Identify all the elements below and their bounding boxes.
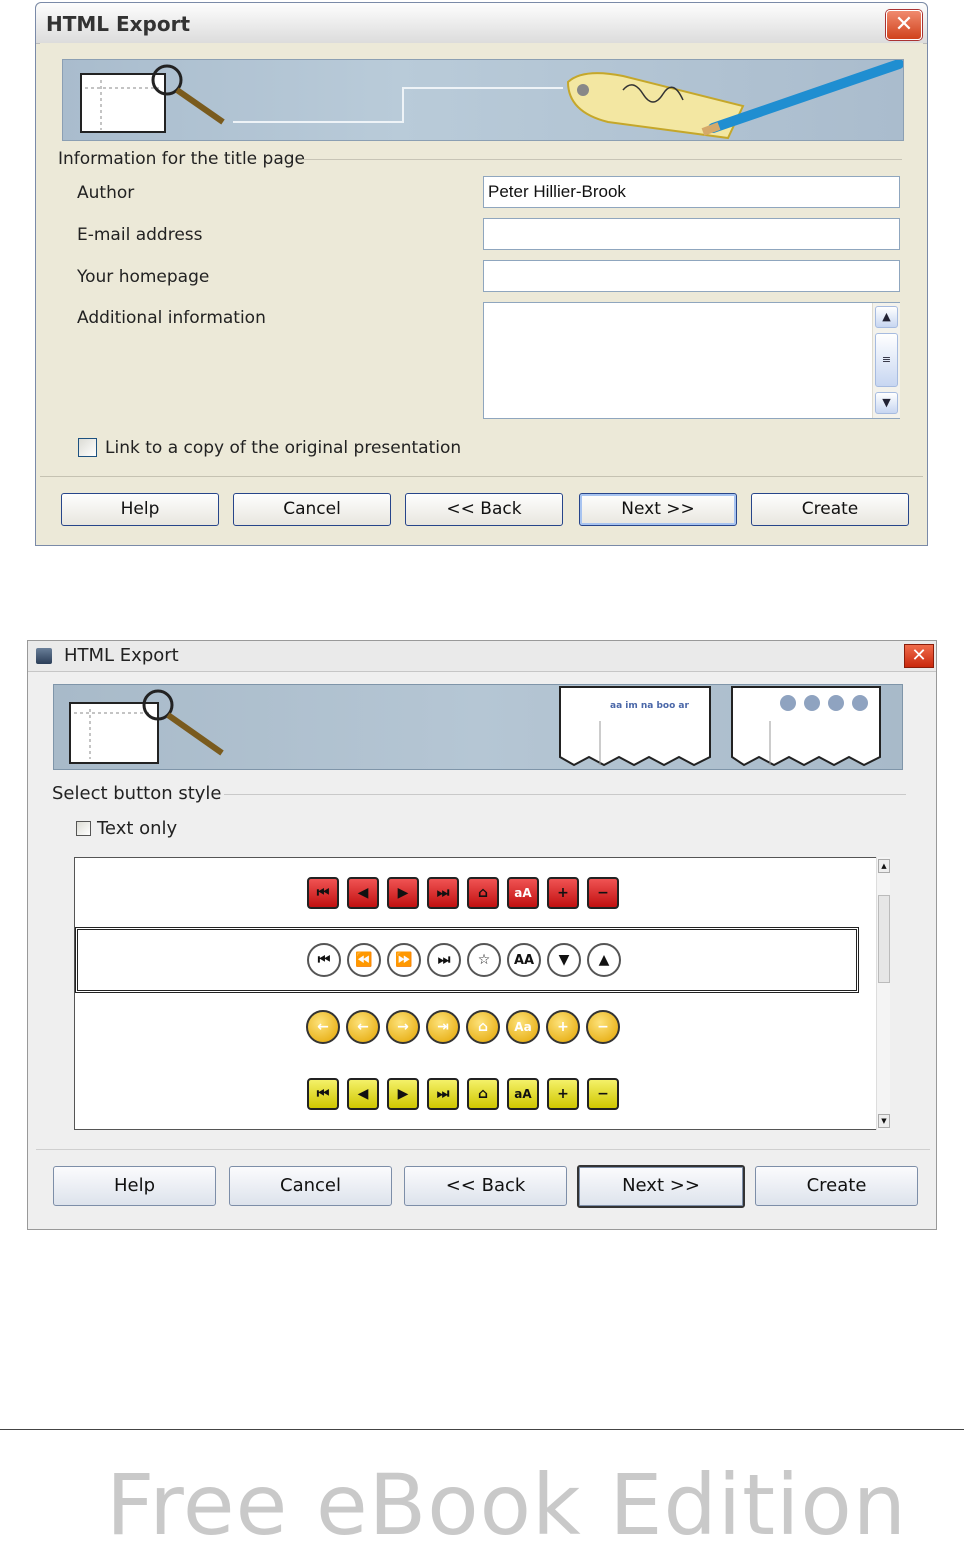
text-only-label: Text only xyxy=(97,818,178,839)
left-arrow-icon: ← xyxy=(346,1010,380,1044)
link-copy-checkbox[interactable] xyxy=(78,438,97,457)
wizard-banner: aa im na boo ar xyxy=(53,684,903,770)
plus-icon: + xyxy=(546,1010,580,1044)
rewind-icon: ⏪ xyxy=(347,943,381,977)
additional-info-textarea[interactable]: ▲ ≡ ▼ xyxy=(483,302,900,419)
chevron-up-icon: ▲ xyxy=(882,310,891,323)
create-button[interactable]: Create xyxy=(751,493,909,526)
homepage-label: Your homepage xyxy=(77,267,210,287)
close-icon: ✕ xyxy=(911,645,927,666)
link-copy-label: Link to a copy of the original presentat… xyxy=(105,438,462,458)
forward-icon: ⏩ xyxy=(387,943,421,977)
last-icon: ⏭ xyxy=(427,877,459,909)
dialog-title: HTML Export xyxy=(46,12,191,36)
text-size-icon: aA xyxy=(507,1078,539,1110)
next-button[interactable]: Next >> xyxy=(579,493,737,526)
list-item[interactable]: ← ← → ⇥ ⌂ Aa + − xyxy=(75,994,859,1060)
next-icon: ▶ xyxy=(387,877,419,909)
home-icon: ⌂ xyxy=(467,877,499,909)
create-button[interactable]: Create xyxy=(755,1166,918,1206)
scroll-thumb[interactable] xyxy=(878,895,890,983)
scroll-down-button[interactable]: ▼ xyxy=(875,392,898,414)
minus-icon: − xyxy=(587,1078,619,1110)
scroll-thumb[interactable]: ≡ xyxy=(875,333,898,387)
back-button[interactable]: << Back xyxy=(405,493,563,526)
scroll-up-button[interactable]: ▲ xyxy=(878,859,890,873)
homepage-field[interactable] xyxy=(483,260,900,292)
author-label: Author xyxy=(77,183,135,203)
help-button[interactable]: Help xyxy=(53,1166,216,1206)
close-button[interactable]: ✕ xyxy=(904,644,934,668)
html-export-dialog-button-style: HTML Export ✕ aa im na boo ar Select but… xyxy=(27,640,937,1230)
right-arrow-icon: → xyxy=(386,1010,420,1044)
left-arrow-icon: ← xyxy=(306,1010,340,1044)
home-icon: ⌂ xyxy=(467,1078,499,1110)
list-scrollbar[interactable]: ▲ ▼ xyxy=(876,857,890,1130)
dialog-body: Information for the title page Author E-… xyxy=(40,43,923,540)
cancel-button[interactable]: Cancel xyxy=(233,493,391,526)
scroll-up-button[interactable]: ▲ xyxy=(875,306,898,328)
down-icon: ▼ xyxy=(547,943,581,977)
banner-illustration xyxy=(80,59,904,140)
title-bar[interactable]: HTML Export ✕ xyxy=(36,3,927,44)
text-size-icon: Aa xyxy=(506,1010,540,1044)
button-style-list[interactable]: ⏮ ◀ ▶ ⏭ ⌂ aA + − ⏮ ⏪ ⏩ ⏭ ☆ AA ▼ ▲ ← ← → … xyxy=(74,857,876,1130)
author-field[interactable] xyxy=(483,176,900,208)
banner-preview-text: aa im na boo ar xyxy=(610,701,689,711)
cancel-button[interactable]: Cancel xyxy=(229,1166,392,1206)
home-icon: ⌂ xyxy=(466,1010,500,1044)
chevron-down-icon: ▼ xyxy=(882,396,891,409)
title-bar[interactable]: HTML Export ✕ xyxy=(28,641,936,672)
minus-icon: − xyxy=(586,1010,620,1044)
first-icon: ⏮ xyxy=(307,943,341,977)
grip-icon: ≡ xyxy=(881,353,892,366)
section-divider xyxy=(224,794,906,795)
first-icon: ⏮ xyxy=(307,1078,339,1110)
close-button[interactable]: ✕ xyxy=(886,10,922,40)
back-button[interactable]: << Back xyxy=(404,1166,567,1206)
list-item[interactable]: ⏮ ◀ ▶ ⏭ ⌂ aA + − xyxy=(75,860,859,926)
page-divider xyxy=(0,1429,964,1430)
additional-info-label: Additional information xyxy=(77,308,266,328)
prev-icon: ◀ xyxy=(347,1078,379,1110)
chevron-down-icon: ▼ xyxy=(881,1117,887,1125)
close-icon: ✕ xyxy=(894,12,914,37)
section-label: Information for the title page xyxy=(58,149,305,169)
next-button[interactable]: Next >> xyxy=(577,1165,745,1208)
section-label: Select button style xyxy=(52,783,222,804)
html-export-dialog-title-page: HTML Export ✕ Information for the title … xyxy=(35,2,928,546)
text-size-icon: AA xyxy=(507,943,541,977)
section-divider xyxy=(302,159,902,160)
footer-watermark: Free eBook Edition xyxy=(106,1456,908,1554)
text-size-icon: aA xyxy=(507,877,539,909)
dialog-title: HTML Export xyxy=(64,645,179,666)
first-icon: ⏮ xyxy=(307,877,339,909)
text-only-checkbox[interactable] xyxy=(76,821,91,836)
plus-icon: + xyxy=(547,877,579,909)
plus-icon: + xyxy=(547,1078,579,1110)
minus-icon: − xyxy=(587,877,619,909)
info-scrollbar[interactable]: ▲ ≡ ▼ xyxy=(872,303,900,418)
last-icon: ⇥ xyxy=(426,1010,460,1044)
help-button[interactable]: Help xyxy=(61,493,219,526)
email-label: E-mail address xyxy=(77,225,203,245)
scroll-down-button[interactable]: ▼ xyxy=(878,1114,890,1128)
email-field[interactable] xyxy=(483,218,900,250)
star-icon: ☆ xyxy=(467,943,501,977)
list-item[interactable]: ⏮ ◀ ▶ ⏭ ⌂ aA + − xyxy=(75,1061,859,1127)
button-divider xyxy=(36,1149,930,1150)
app-icon xyxy=(36,648,52,664)
chevron-up-icon: ▲ xyxy=(881,862,887,870)
up-icon: ▲ xyxy=(587,943,621,977)
button-divider xyxy=(40,476,923,477)
prev-icon: ◀ xyxy=(347,877,379,909)
next-icon: ▶ xyxy=(387,1078,419,1110)
last-icon: ⏭ xyxy=(427,943,461,977)
wizard-banner xyxy=(62,59,904,141)
banner-illustration xyxy=(69,686,881,767)
list-item-selected[interactable]: ⏮ ⏪ ⏩ ⏭ ☆ AA ▼ ▲ xyxy=(75,927,859,993)
last-icon: ⏭ xyxy=(427,1078,459,1110)
